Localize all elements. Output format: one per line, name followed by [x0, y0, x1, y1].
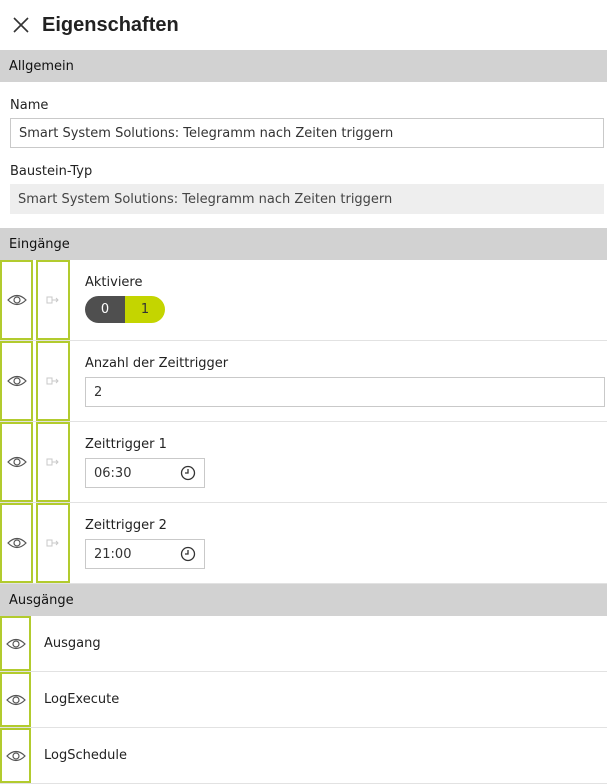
input-row-trigger-1: Zeittrigger 1 06:30	[0, 422, 607, 503]
eye-icon	[5, 694, 26, 705]
name-label: Name	[10, 98, 49, 113]
output-label: Ausgang	[44, 636, 101, 651]
input-connector-icon	[46, 458, 59, 466]
clock-icon[interactable]	[180, 546, 196, 562]
connect-toggle[interactable]	[36, 260, 70, 340]
input-row-count: Anzahl der Zeittrigger	[0, 341, 607, 422]
trigger-2-label: Zeittrigger 2	[85, 518, 167, 533]
section-outputs: Ausgänge	[0, 584, 607, 616]
trigger-2-time-input[interactable]: 21:00	[85, 539, 205, 569]
visibility-toggle[interactable]	[0, 422, 33, 502]
general-fields: Name Baustein-Typ Smart System Solutions…	[0, 98, 607, 228]
input-row-trigger-2: Zeittrigger 2 21:00	[0, 503, 607, 584]
close-icon[interactable]	[12, 16, 30, 34]
eye-icon	[5, 638, 26, 649]
panel-title: Eigenschaften	[42, 13, 179, 36]
eye-icon	[6, 375, 27, 387]
input-connector-icon	[46, 377, 59, 385]
input-connector-icon	[46, 539, 59, 547]
section-outputs-title: Ausgänge	[9, 592, 74, 608]
output-row: LogExecute	[0, 672, 607, 728]
trigger-1-value: 06:30	[94, 465, 132, 481]
eye-icon	[6, 456, 27, 468]
type-label: Baustein-Typ	[10, 164, 93, 179]
input-row-activate: Aktiviere 0 1	[0, 260, 607, 341]
activate-label: Aktiviere	[85, 275, 143, 290]
output-label: LogExecute	[44, 692, 120, 707]
section-general-title: Allgemein	[9, 58, 74, 74]
count-input[interactable]	[85, 377, 605, 407]
visibility-toggle[interactable]	[0, 503, 33, 583]
visibility-toggle[interactable]	[0, 672, 31, 727]
connect-toggle[interactable]	[36, 341, 70, 421]
output-label: LogSchedule	[44, 748, 127, 763]
trigger-1-label: Zeittrigger 1	[85, 437, 167, 452]
name-input[interactable]	[10, 118, 604, 148]
eye-icon	[5, 750, 26, 761]
visibility-toggle[interactable]	[0, 341, 33, 421]
input-connector-icon	[46, 296, 59, 304]
output-row: Ausgang	[0, 616, 607, 672]
toggle-on-option[interactable]: 1	[125, 296, 165, 323]
visibility-toggle[interactable]	[0, 728, 31, 783]
visibility-toggle[interactable]	[0, 260, 33, 340]
connect-toggle[interactable]	[36, 422, 70, 502]
clock-icon[interactable]	[180, 465, 196, 481]
section-inputs: Eingänge	[0, 228, 607, 260]
trigger-2-value: 21:00	[94, 546, 132, 562]
toggle-off-option[interactable]: 0	[85, 296, 125, 323]
panel-header: Eigenschaften	[0, 0, 607, 50]
section-general: Allgemein	[0, 50, 607, 82]
count-label: Anzahl der Zeittrigger	[85, 356, 229, 371]
connect-toggle[interactable]	[36, 503, 70, 583]
type-value: Smart System Solutions: Telegramm nach Z…	[10, 184, 604, 214]
section-inputs-title: Eingänge	[9, 236, 70, 252]
eye-icon	[6, 294, 27, 306]
trigger-1-time-input[interactable]: 06:30	[85, 458, 205, 488]
eye-icon	[6, 537, 27, 549]
visibility-toggle[interactable]	[0, 616, 31, 671]
output-row: LogSchedule	[0, 728, 607, 784]
activate-toggle[interactable]: 0 1	[85, 296, 165, 323]
